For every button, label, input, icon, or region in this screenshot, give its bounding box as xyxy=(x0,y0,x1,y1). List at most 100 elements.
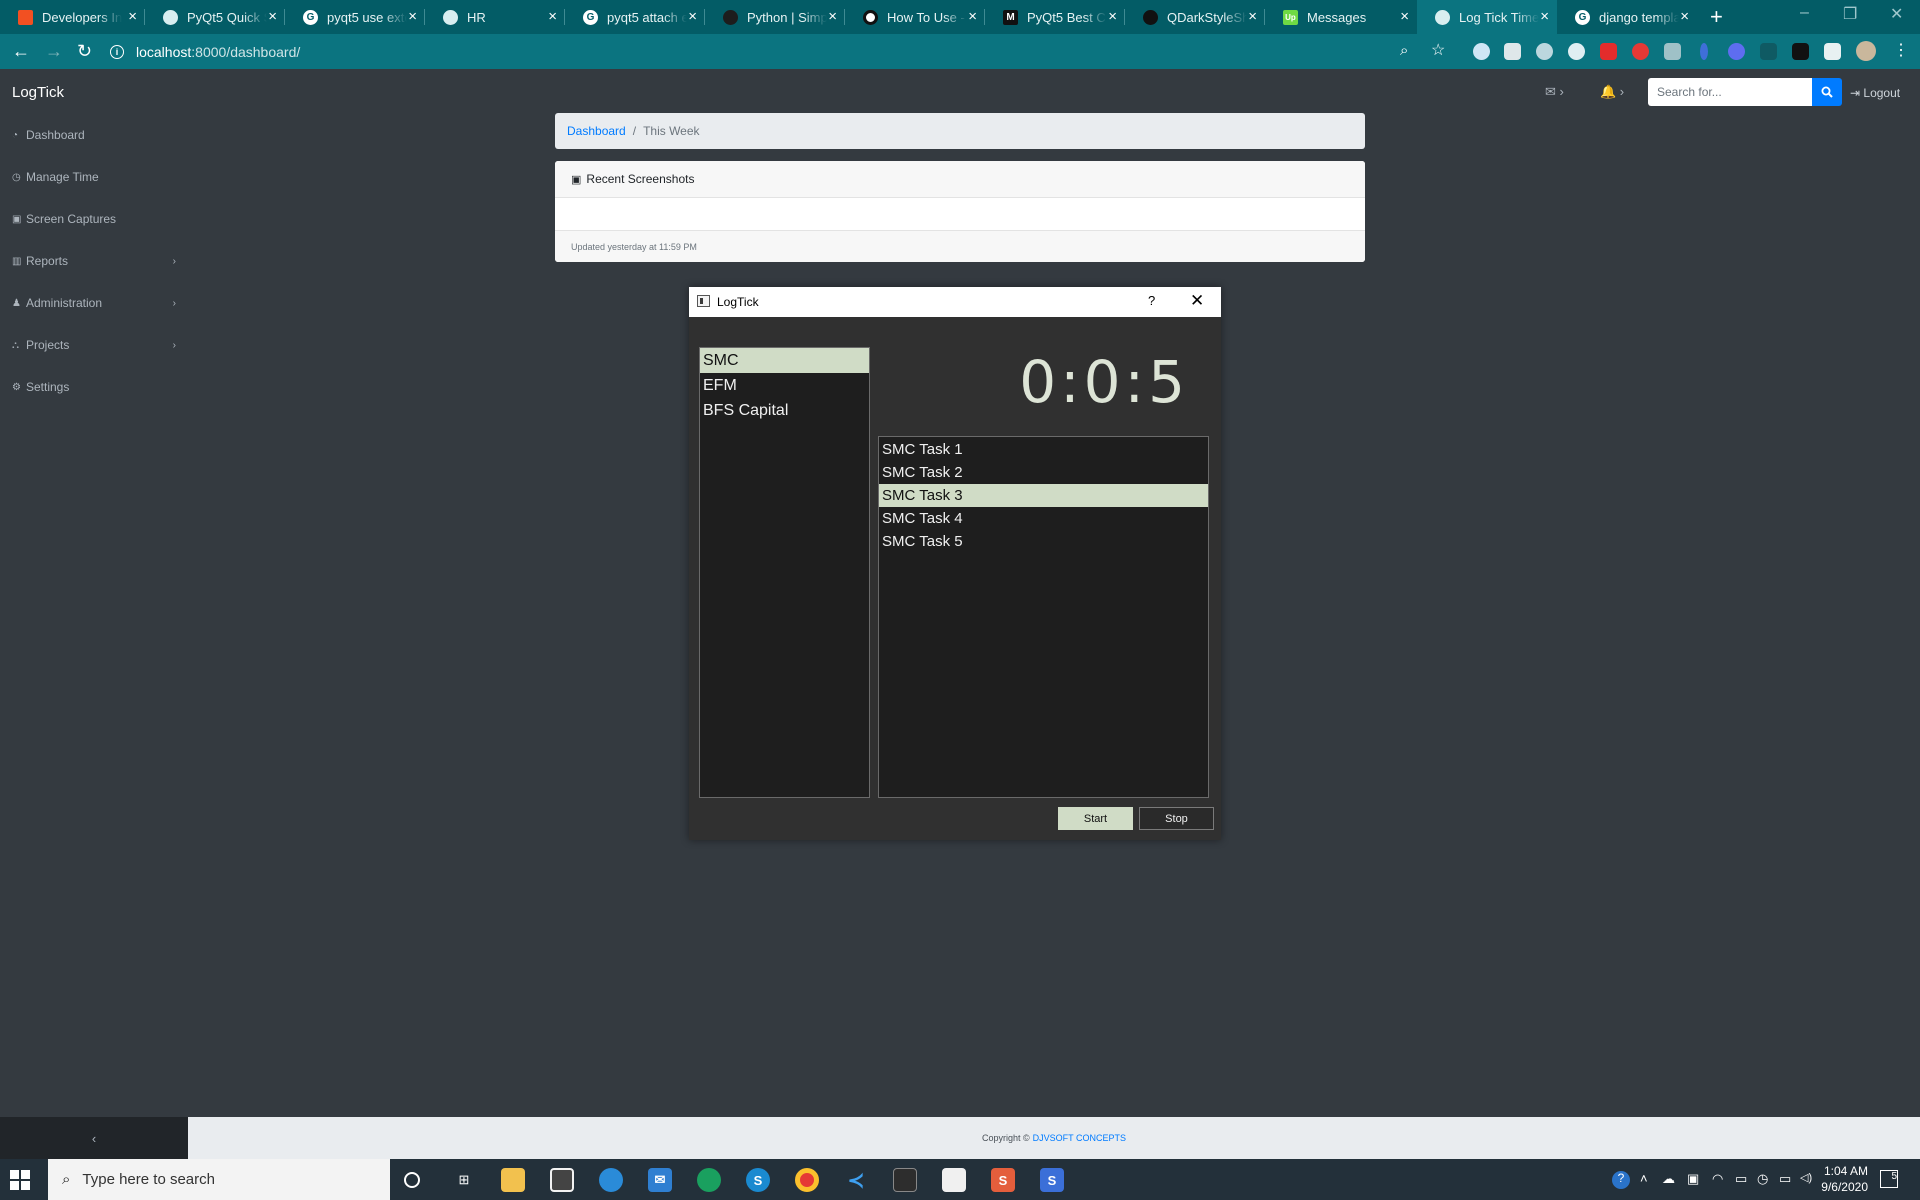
close-icon[interactable]: ✕ xyxy=(1190,291,1204,311)
chevron-up-icon[interactable]: ˄ xyxy=(1640,1171,1648,1186)
breadcrumb-dashboard-link[interactable]: Dashboard xyxy=(567,124,626,138)
extension-icon[interactable] xyxy=(1728,43,1745,60)
company-link[interactable]: DJVSOFT CONCEPTS xyxy=(1033,1133,1126,1143)
task-item[interactable]: SMC Task 5 xyxy=(879,530,1208,553)
browser-tab[interactable]: QDarkStyleShe × xyxy=(1125,0,1265,34)
menu-kebab-icon[interactable]: ⋮ xyxy=(1893,41,1909,61)
messages-icon[interactable]: ✉ › xyxy=(1545,84,1564,100)
close-tab-icon[interactable]: × xyxy=(1540,9,1549,24)
app-icon[interactable]: S xyxy=(1040,1168,1064,1192)
clock-tray-icon[interactable]: ◷ xyxy=(1757,1171,1768,1187)
search-input[interactable] xyxy=(1648,78,1812,106)
close-tab-icon[interactable]: × xyxy=(1108,9,1117,24)
puzzle-icon[interactable] xyxy=(1824,43,1841,60)
sidebar-toggle-button[interactable]: ‹ xyxy=(0,1117,188,1159)
browser-tab[interactable]: G pyqt5 attach e × xyxy=(565,0,705,34)
extension-icon[interactable] xyxy=(1760,43,1777,60)
task-list[interactable]: SMC Task 1 SMC Task 2 SMC Task 3 SMC Tas… xyxy=(878,436,1209,798)
avatar[interactable] xyxy=(1856,41,1876,61)
close-tab-icon[interactable]: × xyxy=(408,9,417,24)
edge-dev-icon[interactable] xyxy=(697,1168,721,1192)
browser-tab[interactable]: M PyQt5 Best CSS × xyxy=(985,0,1125,34)
back-icon[interactable]: ← xyxy=(12,41,30,61)
wifi-icon[interactable]: ◠ xyxy=(1712,1171,1723,1187)
close-tab-icon[interactable]: × xyxy=(548,9,557,24)
cloud-icon[interactable]: ☁ xyxy=(1662,1171,1675,1187)
chrome-icon[interactable] xyxy=(795,1168,819,1192)
browser-tab[interactable]: Developers Intr × xyxy=(0,0,145,34)
browser-tab[interactable]: G pyqt5 use exte × xyxy=(285,0,425,34)
edge-icon[interactable] xyxy=(599,1168,623,1192)
browser-tab[interactable]: Python | Simpl × xyxy=(705,0,845,34)
reload-icon[interactable]: ↻ xyxy=(77,41,92,61)
extension-icon[interactable] xyxy=(1664,43,1681,60)
star-icon[interactable]: ☆ xyxy=(1431,41,1445,61)
sidebar-item-settings[interactable]: ⚙ Settings xyxy=(12,380,180,394)
sidebar-item-manage-time[interactable]: ◷ Manage Time xyxy=(12,170,180,184)
close-tab-icon[interactable]: × xyxy=(1400,9,1409,24)
help-icon[interactable]: ? xyxy=(1612,1171,1630,1189)
info-icon[interactable]: i xyxy=(110,44,124,59)
sublime-icon[interactable]: S xyxy=(991,1168,1015,1192)
camera-tray-icon[interactable]: ▣ xyxy=(1687,1171,1699,1187)
close-tab-icon[interactable]: × xyxy=(828,9,837,24)
browser-tab[interactable]: HR × xyxy=(425,0,565,34)
extension-icon[interactable] xyxy=(1700,43,1708,60)
logout-link[interactable]: ⇥ Logout xyxy=(1850,86,1900,100)
forward-icon[interactable]: → xyxy=(45,41,63,61)
adblock-icon[interactable] xyxy=(1600,43,1617,60)
browser-tab-active[interactable]: Log Tick Time × xyxy=(1417,0,1557,34)
vscode-icon[interactable]: ≺ xyxy=(844,1168,868,1192)
skype-icon[interactable]: S xyxy=(746,1168,770,1192)
sidebar-item-screen-captures[interactable]: ▣ Screen Captures xyxy=(12,212,180,226)
extension-icon[interactable] xyxy=(1473,43,1490,60)
help-button[interactable]: ? xyxy=(1148,293,1155,308)
browser-tab[interactable]: G django templa × xyxy=(1557,0,1697,34)
task-item[interactable]: SMC Task 4 xyxy=(879,507,1208,530)
extension-icon[interactable] xyxy=(1568,43,1585,60)
cortana-icon[interactable] xyxy=(404,1172,420,1188)
monitor-icon[interactable]: ▭ xyxy=(1735,1171,1747,1187)
url-field[interactable]: i localhost:8000/dashboard/ xyxy=(110,38,1460,65)
project-item[interactable]: EFM xyxy=(700,373,869,398)
notifications-icon[interactable]: 5 xyxy=(1880,1170,1898,1188)
extension-icon[interactable] xyxy=(1504,43,1521,60)
dialog-titlebar[interactable]: LogTick ? ✕ xyxy=(689,287,1221,317)
project-item[interactable]: SMC xyxy=(700,348,869,373)
close-tab-icon[interactable]: × xyxy=(128,9,137,24)
taskbar-search[interactable]: ⌕ Type here to search xyxy=(48,1159,390,1200)
extension-icon[interactable] xyxy=(1792,43,1809,60)
browser-tab[interactable]: PyQt5 Quick St × xyxy=(145,0,285,34)
extension-icon[interactable] xyxy=(1536,43,1553,60)
project-item[interactable]: BFS Capital xyxy=(700,398,869,423)
project-list[interactable]: SMC EFM BFS Capital xyxy=(699,347,870,798)
battery-icon[interactable]: ▭ xyxy=(1779,1171,1791,1187)
mail-icon[interactable]: ✉ xyxy=(648,1168,672,1192)
stop-button[interactable]: Stop xyxy=(1139,807,1214,830)
sidebar-item-projects[interactable]: ⛬ Projects › xyxy=(12,338,180,352)
task-view-icon[interactable]: ⊞ xyxy=(452,1168,476,1192)
minimize-icon[interactable]: – xyxy=(1800,4,1809,22)
new-tab-button[interactable]: + xyxy=(1710,4,1723,30)
file-explorer-icon[interactable] xyxy=(501,1168,525,1192)
sidebar-item-dashboard[interactable]: ◔ Dashboard xyxy=(12,128,180,142)
task-item[interactable]: SMC Task 1 xyxy=(879,438,1208,461)
close-tab-icon[interactable]: × xyxy=(688,9,697,24)
start-button[interactable]: Start xyxy=(1058,807,1133,830)
close-tab-icon[interactable]: × xyxy=(968,9,977,24)
sidebar-item-administration[interactable]: ♟ Administration › xyxy=(12,296,180,310)
windows-start-button[interactable] xyxy=(10,1170,30,1190)
bell-icon[interactable]: 🔔 › xyxy=(1600,84,1624,100)
close-tab-icon[interactable]: × xyxy=(268,9,277,24)
search-button[interactable] xyxy=(1812,78,1842,106)
terminal-icon[interactable] xyxy=(893,1168,917,1192)
taskbar-clock[interactable]: 1:04 AM 9/6/2020 xyxy=(1808,1163,1868,1195)
zoom-icon[interactable]: ⌕ xyxy=(1400,41,1408,61)
browser-tab[interactable]: Up Messages × xyxy=(1265,0,1417,34)
store-icon[interactable] xyxy=(550,1168,574,1192)
close-window-icon[interactable]: ✕ xyxy=(1890,4,1903,24)
close-tab-icon[interactable]: × xyxy=(1680,9,1689,24)
task-item[interactable]: SMC Task 2 xyxy=(879,461,1208,484)
extension-icon[interactable] xyxy=(1632,43,1649,60)
sidebar-item-reports[interactable]: ▥ Reports › xyxy=(12,254,180,268)
